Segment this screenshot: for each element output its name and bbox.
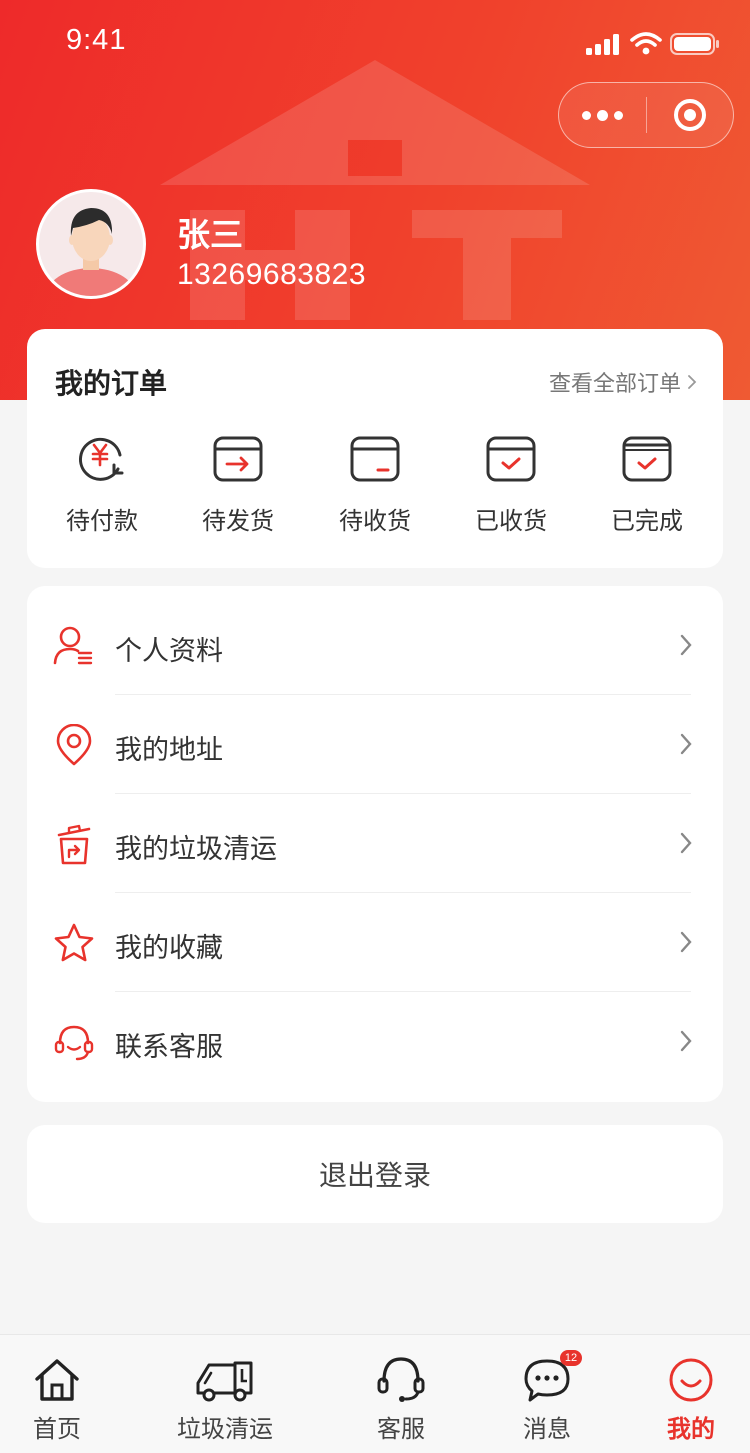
box-check-icon <box>486 436 536 482</box>
tab-trash-transfer[interactable]: 垃圾清运 <box>160 1335 290 1453</box>
menu-item-trash-transfer[interactable]: 我的垃圾清运 <box>27 794 723 893</box>
order-label: 已完成 <box>611 507 683 535</box>
order-received[interactable]: 已收货 <box>451 429 571 536</box>
trash-transfer-icon <box>57 824 91 865</box>
orders-card: 我的订单 查看全部订单 待付款 待发货 待收货 已收货 已完成 <box>27 329 723 568</box>
menu-item-address[interactable]: 我的地址 <box>27 695 723 794</box>
tab-label: 消息 <box>523 1415 571 1443</box>
order-pending-receipt[interactable]: 待收货 <box>315 429 435 536</box>
chevron-right-icon <box>688 375 697 389</box>
menu-item-label: 联系客服 <box>115 1032 223 1063</box>
view-all-orders-link[interactable]: 查看全部订单 <box>549 366 697 398</box>
menu-item-label: 我的收藏 <box>115 933 223 964</box>
menu-item-profile[interactable]: 个人资料 <box>27 596 723 695</box>
message-count-badge: 12 <box>560 1350 582 1366</box>
menu-item-label: 个人资料 <box>115 636 223 667</box>
avatar[interactable] <box>36 189 146 299</box>
tab-label: 垃圾清运 <box>177 1415 273 1443</box>
orders-title: 我的订单 <box>55 367 168 400</box>
user-name: 张三 <box>177 215 243 254</box>
tab-label: 我的 <box>667 1415 715 1443</box>
close-miniprogram-button[interactable] <box>647 83 733 147</box>
order-label: 待收货 <box>339 507 411 535</box>
tab-label: 首页 <box>33 1415 81 1443</box>
profile-icon <box>53 626 93 665</box>
chevron-right-icon <box>680 832 692 854</box>
status-bar: 9:41 <box>0 0 750 88</box>
order-label: 待发货 <box>202 507 274 535</box>
wifi-icon <box>630 32 662 55</box>
location-pin-icon <box>56 724 92 766</box>
logout-label: 退出登录 <box>318 1159 431 1192</box>
capsule-menu <box>558 82 734 148</box>
tab-messages[interactable]: 12 消息 <box>482 1335 612 1453</box>
home-icon <box>35 1359 79 1401</box>
star-icon <box>54 923 94 962</box>
signal-icon <box>586 34 619 55</box>
box-done-icon <box>622 436 672 482</box>
order-label: 已收货 <box>475 507 547 535</box>
box-receive-icon <box>350 436 400 482</box>
menu-item-customer-service[interactable]: 联系客服 <box>27 992 723 1091</box>
order-pending-payment[interactable]: 待付款 <box>42 429 162 536</box>
menu-card: 个人资料 我的地址 我的垃圾清运 我的收藏 联系客服 <box>27 586 723 1102</box>
chevron-right-icon <box>680 1030 692 1052</box>
payment-yuan-icon <box>79 437 124 481</box>
tab-home[interactable]: 首页 <box>0 1335 122 1453</box>
chevron-right-icon <box>680 733 692 755</box>
view-all-orders-label: 查看全部订单 <box>548 372 681 397</box>
logout-button[interactable]: 退出登录 <box>27 1125 723 1223</box>
smile-icon <box>669 1358 713 1402</box>
order-label: 待付款 <box>66 507 138 535</box>
menu-item-label: 我的地址 <box>115 735 223 766</box>
tab-label: 客服 <box>377 1415 425 1443</box>
battery-icon <box>670 33 719 55</box>
menu-item-favorites[interactable]: 我的收藏 <box>27 893 723 992</box>
status-time: 9:41 <box>66 24 127 56</box>
chevron-right-icon <box>680 634 692 656</box>
order-completed[interactable]: 已完成 <box>587 429 707 536</box>
user-phone: 13269683823 <box>177 258 367 291</box>
menu-item-label: 我的垃圾清运 <box>115 834 277 865</box>
target-icon <box>673 99 706 131</box>
box-arrow-icon <box>213 436 263 482</box>
avatar-person-icon <box>45 208 137 296</box>
chevron-right-icon <box>680 931 692 953</box>
order-pending-shipment[interactable]: 待发货 <box>178 429 298 536</box>
more-options-button[interactable] <box>559 83 646 147</box>
tab-mine[interactable]: 我的 <box>626 1335 750 1453</box>
truck-icon <box>196 1361 253 1402</box>
tab-customer-service[interactable]: 客服 <box>336 1335 466 1453</box>
tab-bar: 首页 垃圾清运 客服 12 消息 我的 <box>0 1334 750 1453</box>
headset-icon <box>54 1025 94 1061</box>
headset-icon <box>377 1357 425 1402</box>
status-icons <box>586 32 720 56</box>
